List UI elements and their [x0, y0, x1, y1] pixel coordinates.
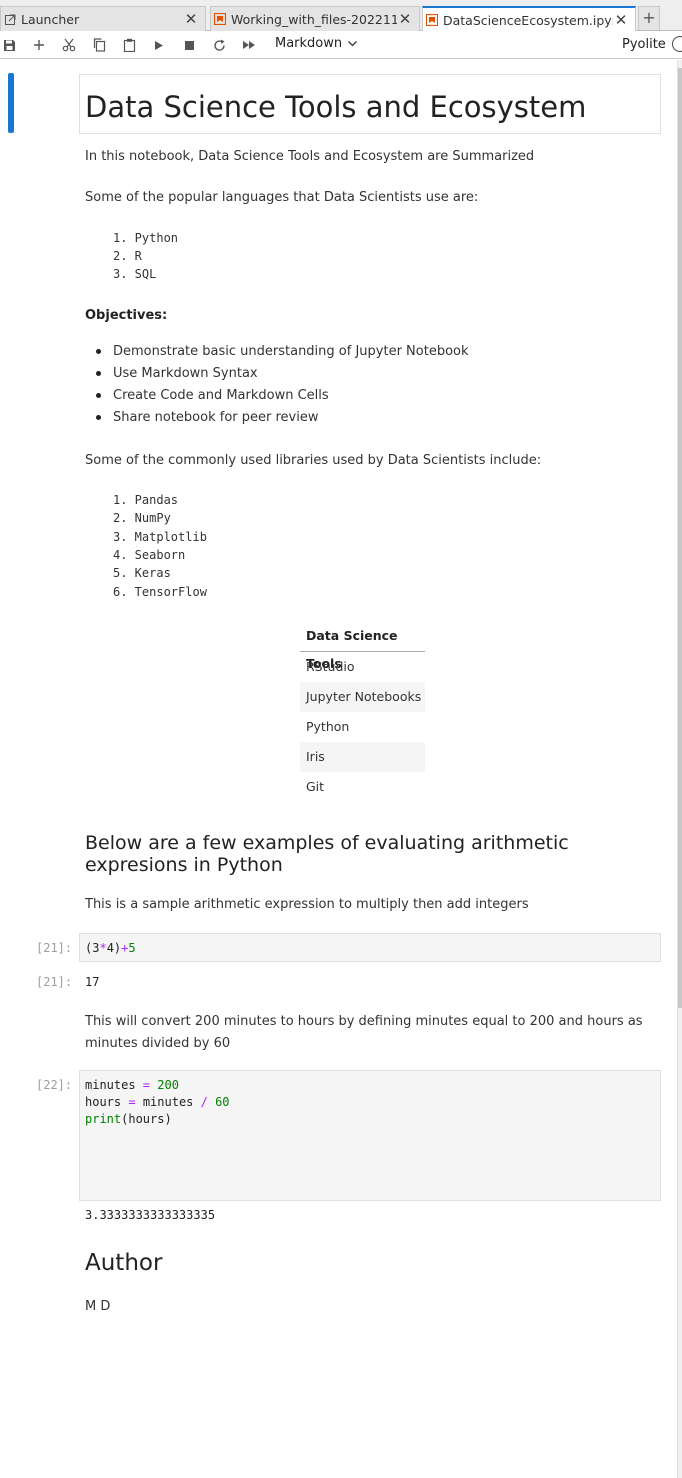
cell-type-dropdown[interactable]: Markdown: [275, 36, 358, 51]
code-operator: /: [200, 1095, 208, 1109]
code-line: hours = minutes / 60: [85, 1095, 230, 1109]
objective-item: Create Code and Markdown Cells: [113, 388, 329, 403]
language-item: 2. R: [113, 249, 142, 263]
add-cell-icon[interactable]: [30, 36, 48, 54]
save-icon[interactable]: [0, 36, 18, 54]
objective-item: Share notebook for peer review: [113, 410, 319, 425]
tab-label: DataScienceEcosystem.ipynb: [443, 12, 613, 28]
objective-item: Use Markdown Syntax: [113, 366, 258, 381]
code-token: 4): [106, 941, 122, 955]
input-prompt: [22]:: [36, 1078, 73, 1092]
stop-icon[interactable]: [180, 36, 198, 54]
cell-output: 17: [85, 975, 100, 989]
cell-type-label: Markdown: [275, 36, 343, 51]
library-item: 4. Seaborn: [113, 548, 186, 562]
fast-forward-icon[interactable]: [240, 36, 258, 54]
code-cell[interactable]: [79, 933, 661, 962]
libraries-intro-text: Some of the commonly used libraries used…: [85, 453, 542, 468]
launcher-icon: [4, 13, 16, 25]
code-line: print(hours): [85, 1112, 172, 1126]
kernel-status-icon: [672, 36, 682, 52]
library-item: 6. TensorFlow: [113, 585, 207, 599]
tab-label: Working_with_files-2022112`: [231, 11, 397, 27]
library-item: 3. Matplotlib: [113, 530, 207, 544]
close-icon[interactable]: ✕: [183, 10, 199, 28]
author-name: M D: [85, 1299, 111, 1314]
arithmetic-description: This is a sample arithmetic expression t…: [85, 897, 529, 912]
code-operator: =: [128, 1095, 136, 1109]
cell-output: 3.3333333333333335: [85, 1208, 216, 1222]
table-row: Python: [306, 719, 350, 734]
paste-icon[interactable]: [120, 36, 138, 54]
kernel-name[interactable]: Pyolite: [622, 37, 666, 52]
new-tab-button[interactable]: +: [638, 6, 660, 30]
author-heading: Author: [85, 1250, 163, 1276]
close-icon[interactable]: ✕: [397, 10, 413, 28]
table-header: Data Science Tools: [300, 622, 425, 671]
tab-launcher[interactable]: Launcher ✕: [0, 6, 206, 31]
bullet-icon: [96, 371, 101, 376]
close-icon[interactable]: ✕: [613, 11, 629, 29]
table-row: Iris: [300, 742, 425, 772]
languages-intro-text: Some of the popular languages that Data …: [85, 190, 479, 205]
intro-text: In this notebook, Data Science Tools and…: [85, 149, 535, 164]
bullet-icon: [96, 415, 101, 420]
table-row: Git: [306, 779, 325, 794]
table-row: RStudio: [306, 659, 355, 674]
chevron-down-icon: [348, 39, 358, 50]
notebook-toolbar: Markdown Pyolite: [0, 31, 682, 59]
arithmetic-heading-line: expresions in Python: [85, 854, 283, 876]
code-line: (3*4)+5: [85, 941, 136, 955]
objective-item: Demonstrate basic understanding of Jupyt…: [113, 344, 469, 359]
copy-icon[interactable]: [90, 36, 108, 54]
library-item: 2. NumPy: [113, 511, 171, 525]
tools-table: Data Science Tools RStudio Jupyter Noteb…: [300, 622, 425, 802]
run-icon[interactable]: [150, 36, 168, 54]
code-number: 200: [150, 1078, 179, 1092]
tab-datascience-ecosystem[interactable]: DataScienceEcosystem.ipynb ✕: [422, 6, 636, 32]
output-prompt: [21]:: [36, 975, 73, 989]
code-operator: *: [99, 941, 107, 955]
convert-description-line: minutes divided by 60: [85, 1036, 231, 1051]
code-token: minutes: [85, 1078, 143, 1092]
input-prompt: [21]:: [36, 941, 73, 955]
bullet-icon: [96, 349, 101, 354]
library-item: 5. Keras: [113, 566, 171, 580]
notebook-icon: [214, 13, 226, 25]
page-title: Data Science Tools and Ecosystem: [85, 90, 587, 124]
scrollbar-thumb[interactable]: [678, 68, 682, 1008]
code-token: hours: [85, 1095, 129, 1109]
convert-description: This will convert 200 minutes to hours b…: [85, 1011, 643, 1055]
restart-icon[interactable]: [210, 36, 228, 54]
code-line: minutes = 200: [85, 1078, 179, 1092]
tab-bar: Launcher ✕ Working_with_files-2022112` ✕…: [0, 0, 682, 32]
code-number: 60: [207, 1095, 230, 1109]
convert-description-line: This will convert 200 minutes to hours b…: [85, 1014, 643, 1029]
code-token: (hours): [121, 1112, 172, 1126]
arithmetic-heading-line: Below are a few examples of evaluating a…: [85, 832, 569, 854]
arithmetic-heading: Below are a few examples of evaluating a…: [85, 832, 569, 876]
library-item: 1. Pandas: [113, 493, 179, 507]
table-row: Jupyter Notebooks: [300, 682, 425, 712]
tab-working-with-files[interactable]: Working_with_files-2022112` ✕: [210, 6, 420, 31]
code-number: 5: [128, 941, 136, 955]
objectives-heading: Objectives:: [85, 308, 168, 323]
bullet-icon: [96, 393, 101, 398]
active-cell-indicator: [8, 73, 14, 133]
language-item: 1. Python: [113, 231, 179, 245]
notebook-icon: [426, 14, 438, 26]
code-operator: =: [142, 1078, 151, 1092]
tab-label: Launcher: [21, 11, 80, 27]
code-token: minutes: [135, 1095, 201, 1109]
cut-icon[interactable]: [60, 36, 78, 54]
language-item: 3. SQL: [113, 267, 157, 281]
code-function: print: [85, 1112, 122, 1126]
code-token: (3: [85, 941, 100, 955]
